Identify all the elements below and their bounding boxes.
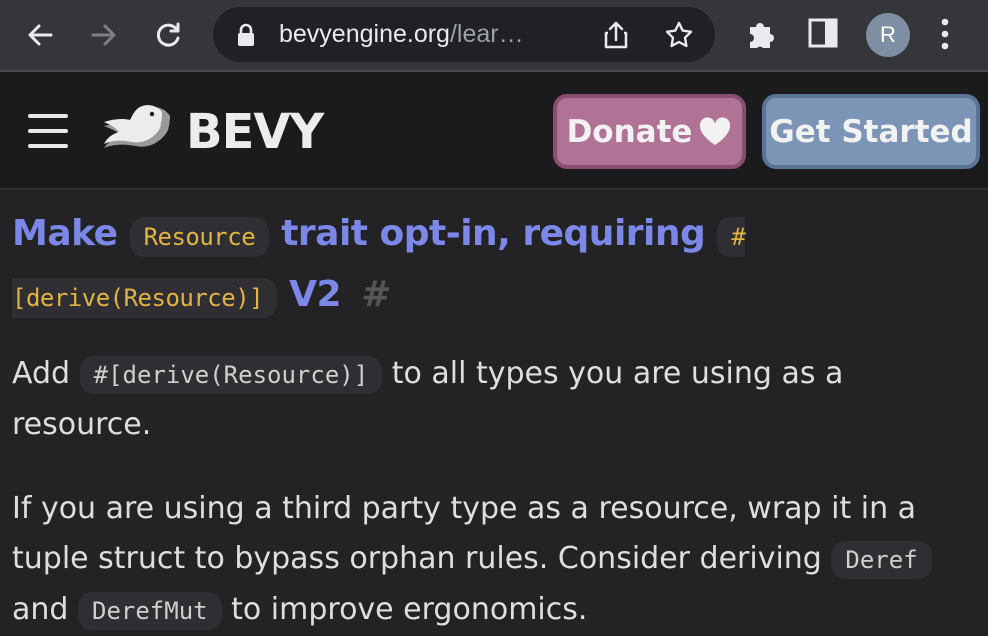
donate-label: Donate xyxy=(566,113,693,150)
bevy-logo[interactable]: BEVY xyxy=(100,102,324,162)
p2-text-c: to improve ergonomics. xyxy=(231,592,588,627)
heading-text-2: trait opt-in, requiring xyxy=(281,213,706,254)
p1-text-a: Add xyxy=(12,356,71,391)
heading-anchor-link[interactable]: # xyxy=(361,274,391,315)
p2-text-a: If you are using a third party type as a… xyxy=(12,491,917,576)
lock-icon[interactable] xyxy=(237,23,255,51)
donate-button[interactable]: Donate xyxy=(553,94,746,169)
url-host: bevyengine.org xyxy=(279,20,450,48)
heart-icon xyxy=(700,116,731,145)
get-started-label: Get Started xyxy=(769,113,973,150)
bevy-bird-icon xyxy=(104,105,170,148)
share-icon[interactable] xyxy=(603,20,629,54)
heading-text-1: Make xyxy=(12,213,118,254)
kebab-menu-icon[interactable] xyxy=(940,17,950,55)
puzzle-icon[interactable] xyxy=(744,17,778,55)
paragraph-1: Add #[derive(Resource)] to all types you… xyxy=(12,349,982,450)
browser-toolbar: bevyengine.org/lear… R xyxy=(0,0,988,72)
address-bar[interactable]: bevyengine.org/lear… xyxy=(213,7,715,62)
back-icon[interactable] xyxy=(20,15,60,55)
heading-text-3: V2 xyxy=(289,274,342,315)
star-icon[interactable] xyxy=(664,20,694,54)
p1-code: #[derive(Resource)] xyxy=(79,356,383,394)
url-path: /lear… xyxy=(449,20,524,48)
p2-code-deref: Deref xyxy=(831,541,932,579)
section-heading: Make Resource trait opt-in, requiring #[… xyxy=(12,205,982,327)
p2-text-b: and xyxy=(12,592,69,627)
get-started-button[interactable]: Get Started xyxy=(762,94,980,169)
p2-code-derefmut: DerefMut xyxy=(78,592,222,630)
avatar[interactable]: R xyxy=(866,13,910,57)
side-panel-icon[interactable] xyxy=(808,18,838,52)
forward-icon[interactable] xyxy=(84,15,124,55)
url-text[interactable]: bevyengine.org/lear… xyxy=(279,20,524,49)
heading-code-resource: Resource xyxy=(129,217,270,257)
logo-text: BEVY xyxy=(186,104,324,160)
site-header: BEVY Donate Get Started xyxy=(0,72,988,190)
reload-icon[interactable] xyxy=(148,15,188,55)
article-content: Make Resource trait opt-in, requiring #[… xyxy=(12,205,982,636)
hamburger-menu-icon[interactable] xyxy=(28,114,68,148)
paragraph-2: If you are using a third party type as a… xyxy=(12,484,982,636)
